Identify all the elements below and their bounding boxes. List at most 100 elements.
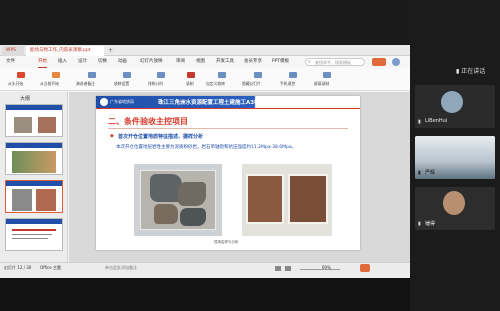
menu-item-animation[interactable]: 动画	[118, 56, 127, 68]
screen-record-icon	[323, 72, 331, 78]
menu-label: 视图	[196, 59, 205, 64]
view-grid-icon[interactable]	[285, 266, 291, 271]
thumbnail-image	[36, 189, 56, 211]
search-box[interactable]: ⌕ 查找命令、搜索模板	[305, 58, 365, 66]
hide-slide-icon	[254, 72, 262, 78]
company-name: 广东省地质局	[110, 99, 134, 104]
participant-tile[interactable]: ▮ LiBenHui	[415, 85, 495, 128]
menu-item-design[interactable]: 设计	[78, 56, 87, 68]
menu-item-ppt-template[interactable]: PPT模板	[272, 56, 289, 68]
section-divider	[108, 128, 348, 129]
sample-box	[288, 174, 328, 224]
rock-piece	[178, 182, 206, 206]
menu-label: 切换	[98, 59, 107, 64]
zoom-slider[interactable]	[300, 269, 340, 270]
rock-piece	[180, 208, 206, 226]
thumbnail-header	[6, 181, 62, 186]
menu-bar: 文件 开始 插入 设计 切换 动画 幻灯片放映 审阅 视图 开发工具 会员专享 …	[0, 56, 410, 68]
rock-piece	[154, 204, 178, 224]
tab-document[interactable]: 能场与物工作_内容表演稿.ppt	[26, 46, 104, 56]
menu-label: 幻灯片放映	[140, 59, 163, 64]
ribbon-label: 放映设置	[114, 81, 130, 86]
menu-item-home[interactable]: 开始	[38, 56, 47, 68]
settings-icon	[123, 72, 131, 78]
menu-label: 设计	[78, 59, 87, 64]
ribbon-label: 自定义放映	[206, 81, 225, 86]
menu-item-view[interactable]: 视图	[196, 56, 205, 68]
ribbon-button-screen-record[interactable]: 屏幕录制	[312, 71, 342, 88]
avatar	[443, 191, 465, 215]
mic-icon: ▮	[456, 68, 460, 75]
menu-label: 文件	[6, 59, 15, 64]
ribbon-label: 从头开始	[8, 81, 24, 86]
add-tab-icon[interactable]: +	[108, 47, 113, 54]
photo-caption: 现场岩样与分析	[214, 240, 239, 244]
ribbon-button-notes[interactable]: 演讲者备注	[76, 71, 108, 88]
menu-label: 开发工具	[216, 59, 234, 64]
thumbnail-text	[12, 238, 48, 239]
timer-icon	[157, 72, 165, 78]
tab-wps[interactable]: WPS 演示	[2, 46, 24, 63]
menu-item-developer[interactable]: 开发工具	[216, 56, 234, 68]
share-button[interactable]	[372, 58, 386, 66]
slide-header-title: 珠江三角洲水资源配置工程土建施工A3标	[158, 100, 260, 106]
play-icon	[17, 72, 25, 78]
play-current-icon	[52, 72, 60, 78]
ribbon-button-rehearse[interactable]: 排练计时	[146, 71, 176, 88]
ribbon-button-settings[interactable]: 放映设置	[112, 71, 142, 88]
thumbnail-image	[12, 189, 32, 211]
slide-thumbnail[interactable]	[5, 218, 63, 251]
participant-tile[interactable]: ▮ 锤得	[415, 187, 495, 230]
ribbon-label: 排练计时	[148, 81, 164, 86]
menu-item-file[interactable]: 文件	[6, 56, 15, 68]
thumbnail-text	[12, 234, 52, 235]
theme-name: Office 主题	[40, 265, 61, 270]
custom-show-icon	[218, 72, 226, 78]
menu-label: PPT模板	[272, 59, 290, 64]
bullet-diamond-icon: ◆	[110, 133, 114, 139]
menu-item-review[interactable]: 审阅	[176, 56, 185, 68]
thumbnail-header	[6, 143, 62, 148]
slide-header-underline	[96, 108, 360, 109]
menu-label: 插入	[58, 59, 67, 64]
thumbnail-image	[14, 117, 32, 133]
menu-item-member[interactable]: 会员专享	[244, 56, 262, 68]
slide-thumbnail[interactable]	[5, 104, 63, 137]
soil-sample-photo-right	[242, 164, 332, 236]
rock-sample-photo-left	[134, 164, 222, 236]
participant-name: 严辉	[425, 170, 436, 176]
ribbon-button-hide-slide[interactable]: 隐藏幻灯片	[242, 71, 274, 88]
ribbon-button-from-current[interactable]: 从当前开始	[40, 71, 72, 88]
panel-title: 大纲	[20, 96, 31, 102]
ribbon-label: 手机遥控	[280, 81, 296, 86]
slide-counter: 幻灯片 12 / 30	[4, 265, 32, 270]
view-normal-icon[interactable]	[275, 266, 281, 271]
current-slide[interactable]: 广东省地质局 珠江三角洲水资源配置工程土建施工A3标 二、条件验收主控项目 ◆ …	[96, 96, 360, 250]
tab-bar: WPS 演示 能场与物工作_内容表演稿.ppt +	[0, 45, 410, 63]
mic-icon: ▮	[418, 170, 421, 176]
notes-icon	[88, 72, 96, 78]
ribbon-button-remote[interactable]: 手机遥控	[278, 71, 308, 88]
search-icon: ⌕	[308, 59, 311, 65]
participant-tile[interactable]: ▮ 严辉	[415, 136, 495, 179]
slide-thumbnail-panel: 大纲	[0, 92, 68, 262]
thumbnail-text	[12, 229, 56, 231]
ribbon-button-start[interactable]: 从头开始	[6, 71, 36, 88]
slide-thumbnail-selected[interactable]	[5, 180, 63, 213]
menu-item-slideshow[interactable]: 幻灯片放映	[140, 56, 163, 68]
notes-placeholder[interactable]: 单击此处添加备注	[105, 265, 137, 271]
ribbon-button-record[interactable]: 录制	[180, 71, 202, 88]
thumbnail-image	[38, 117, 56, 133]
thumbnail-image	[12, 151, 56, 173]
speaking-indicator: ▮ 正在讲话	[456, 66, 485, 75]
user-avatar-icon[interactable]	[392, 58, 400, 66]
menu-item-transition[interactable]: 切换	[98, 56, 107, 68]
menu-label: 审阅	[176, 59, 185, 64]
company-logo-icon	[100, 98, 108, 106]
ribbon-label: 屏幕录制	[314, 81, 330, 86]
slide-thumbnail[interactable]	[5, 142, 63, 175]
menu-label: 开始	[38, 59, 47, 64]
menu-item-insert[interactable]: 插入	[58, 56, 67, 68]
ribbon-button-custom-show[interactable]: 自定义放映	[206, 71, 238, 88]
share-screen-indicator[interactable]	[360, 264, 370, 272]
